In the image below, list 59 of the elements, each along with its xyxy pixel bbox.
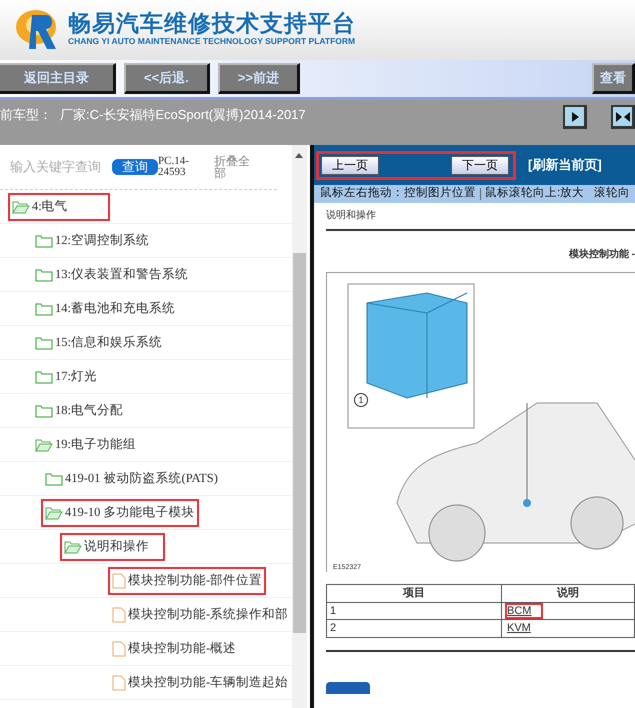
component-link[interactable]: BCM	[505, 602, 544, 618]
callout-number: 1	[354, 393, 368, 407]
tree-item[interactable]: 模块控制功能-概述	[108, 634, 240, 662]
tree-item[interactable]: 4:电气	[8, 192, 110, 220]
column-header: 项目	[326, 584, 502, 602]
open-folder-icon	[35, 438, 53, 452]
hint-text: 滚轮向	[594, 186, 630, 202]
document-icon	[112, 606, 126, 622]
scrollbar[interactable]	[292, 145, 307, 708]
document-icon	[112, 572, 126, 588]
search-button[interactable]: 查询	[112, 159, 158, 175]
open-folder-icon	[12, 200, 30, 214]
column-header: 说明	[502, 584, 634, 602]
tree-item[interactable]: 14:蓄电池和充电系统	[31, 294, 179, 322]
double-arrow-icon	[614, 110, 630, 122]
tree-item[interactable]: 说明和操作	[60, 532, 165, 560]
collapse-all-link[interactable]: 折叠全部	[214, 155, 254, 179]
tree-item[interactable]: 17:灯光	[31, 362, 101, 390]
section-title: 说明和操作	[326, 206, 635, 231]
folder-icon	[35, 404, 53, 418]
open-folder-icon	[45, 506, 63, 520]
tree-item[interactable]: 模块控制功能-部件位置	[108, 566, 266, 594]
expand-panel-button[interactable]	[563, 105, 587, 129]
document-icon	[112, 640, 126, 656]
tree-item[interactable]: 模块控制功能-车辆制造起始	[108, 668, 292, 696]
next-page-button[interactable]: 下一页	[451, 156, 509, 174]
tree-item[interactable]: 18:电气分配	[31, 396, 127, 424]
part-code: PC.14-24593	[158, 156, 190, 178]
split-view-button[interactable]	[611, 105, 635, 129]
tree-item[interactable]: 15:信息和娱乐系统	[31, 328, 166, 356]
hint-text: 鼠标滚轮向上:放大	[485, 186, 584, 202]
hint-text: 鼠标左右拖动：控制图片位置	[320, 186, 476, 202]
refresh-link[interactable]: [刷新当前页]	[528, 155, 602, 175]
platform-subtitle: CHANG YI AUTO MAINTENANCE TECHNOLOGY SUPPORT PLATFORM	[68, 35, 356, 48]
folder-icon	[35, 370, 53, 384]
table-cell: 2	[326, 620, 502, 637]
tree-item[interactable]: 419-01 被动防盗系统(PATS)	[41, 464, 222, 492]
folder-icon	[35, 302, 53, 316]
scrollbar-thumb[interactable]	[293, 253, 306, 633]
car-model-label: 前车型：	[0, 106, 52, 124]
tree-item[interactable]: 419-10 多功能电子模块	[41, 498, 199, 526]
arrow-right-icon	[570, 110, 580, 122]
folder-icon	[35, 268, 53, 282]
folder-icon	[45, 472, 63, 486]
open-folder-icon	[64, 540, 82, 554]
tree-item[interactable]: 13:仪表装置和警告系统	[31, 260, 192, 288]
document-icon	[112, 674, 126, 690]
document-heading: 模块控制功能 -	[568, 248, 635, 262]
table-cell: 1	[326, 602, 502, 620]
folder-icon	[35, 234, 53, 248]
scroll-up-icon[interactable]	[295, 153, 303, 159]
platform-title: 畅易汽车维修技术支持平台	[68, 12, 356, 36]
tree-item[interactable]: 12:空调控制系统	[31, 226, 153, 254]
tree-item[interactable]: 19:电子功能组	[31, 430, 140, 458]
prev-page-button[interactable]: 上一页	[321, 156, 379, 174]
partial-button[interactable]	[326, 682, 370, 694]
folder-icon	[35, 336, 53, 350]
car-model-value: 厂家:C-长安福特EcoSport(翼搏)2014-2017	[60, 106, 306, 124]
tree-item[interactable]: 模块控制功能-系统操作和部	[108, 600, 292, 628]
